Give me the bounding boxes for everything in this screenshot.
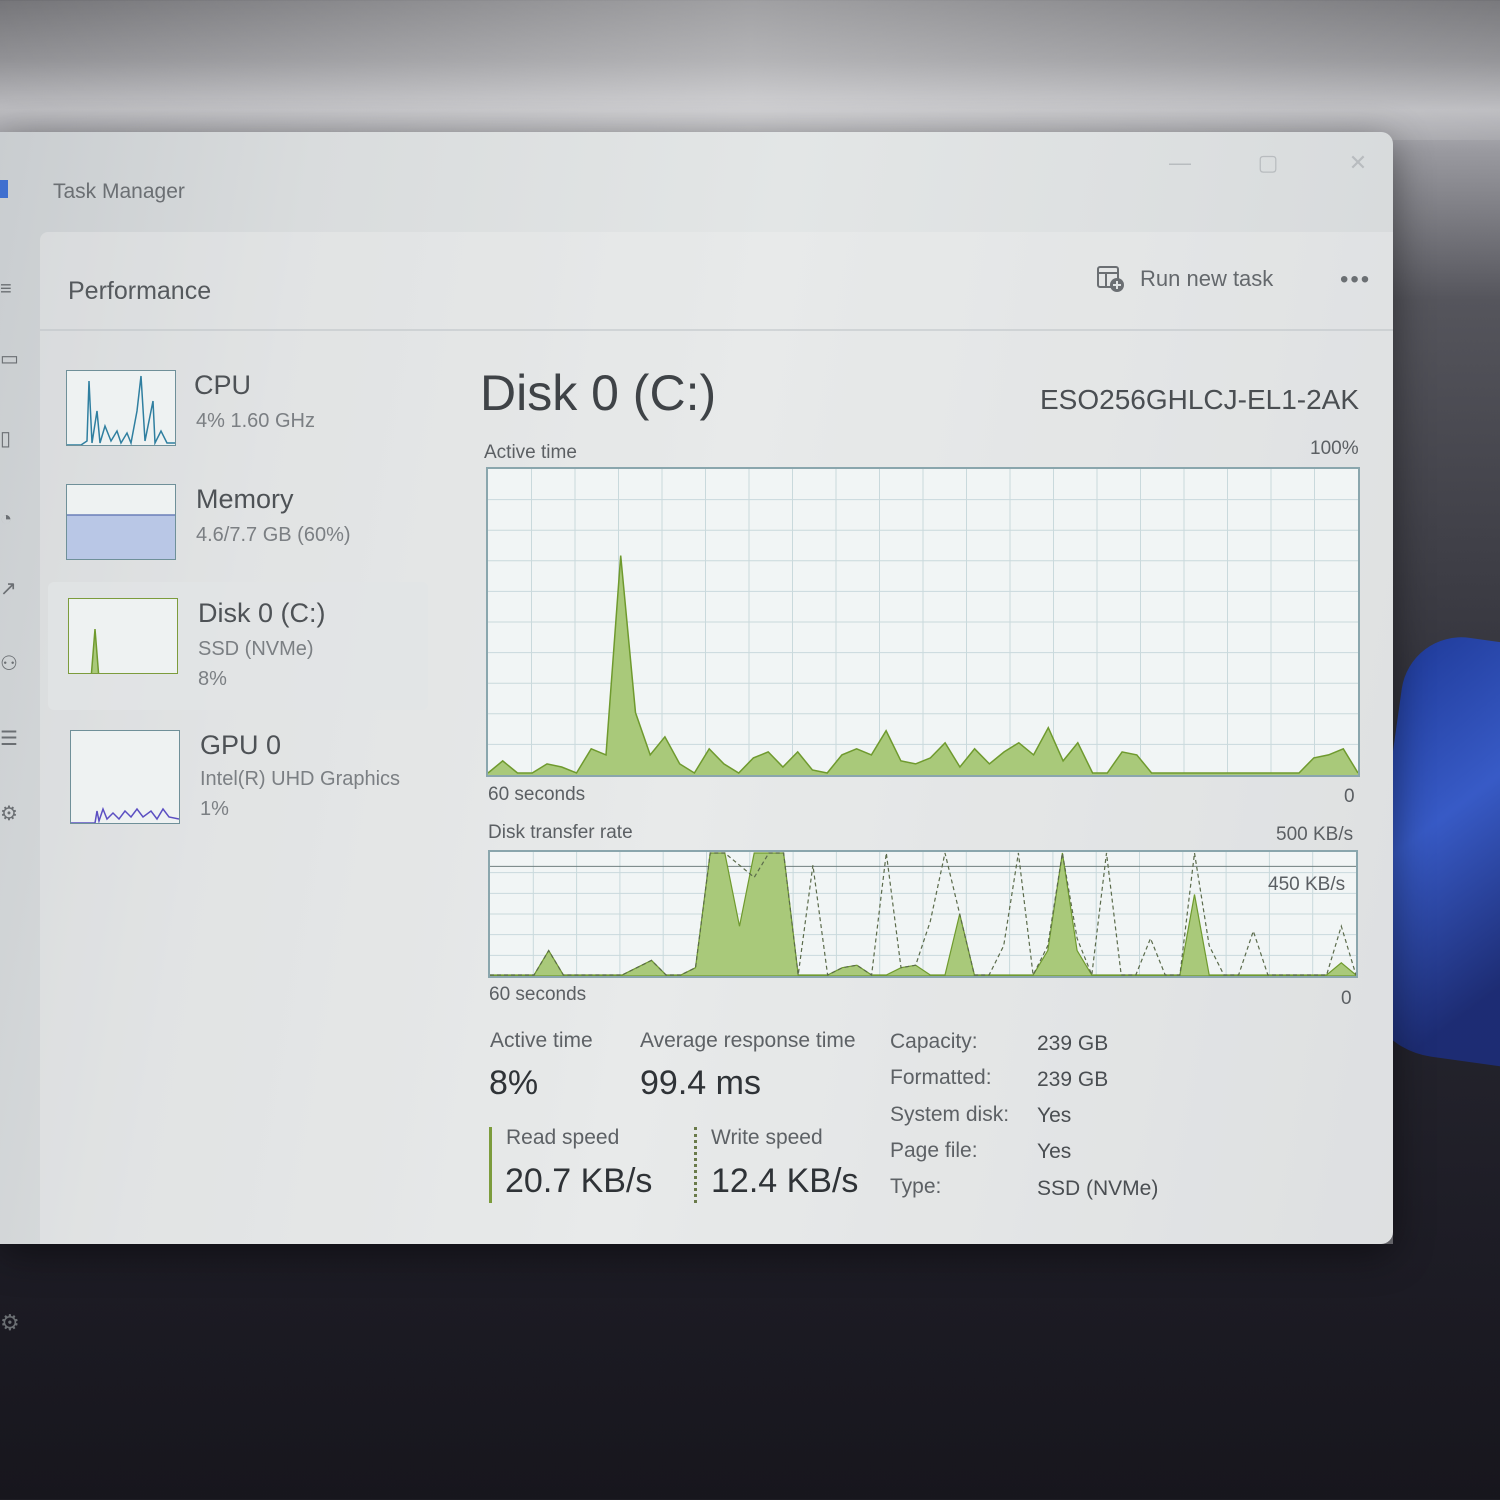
users-icon[interactable]: ⚇	[0, 654, 18, 674]
sidebar-tile-memory[interactable]: Memory 4.6/7.7 GB (60%)	[48, 470, 428, 590]
startup-apps-icon[interactable]: ↗	[0, 579, 17, 599]
avg-response-label: Average response time	[640, 1029, 856, 1052]
disk-tile-type: SSD (NVMe)	[198, 638, 314, 660]
page-file-label: Page file:	[890, 1139, 978, 1162]
write-speed-legend-line	[694, 1127, 697, 1203]
gpu-tile-name: GPU 0	[200, 730, 282, 760]
nav-rail: ≡ ▭ ▯ ◔ ↗ ⚇ ☰ ⚙	[0, 252, 40, 1242]
active-time-graph	[486, 467, 1360, 777]
capacity-label: Capacity:	[890, 1030, 978, 1053]
transfer-rate-inner-label: 450 KB/s	[1268, 874, 1346, 895]
active-time-stat-value: 8%	[489, 1064, 539, 1102]
read-speed-label: Read speed	[506, 1126, 620, 1149]
gpu-thumbnail-graph	[70, 730, 180, 824]
memory-thumbnail-graph	[66, 484, 176, 560]
page-file-value: Yes	[1037, 1140, 1072, 1163]
gpu-tile-usage: 1%	[200, 798, 229, 820]
memory-tile-usage: 4.6/7.7 GB (60%)	[196, 524, 351, 546]
screen-bezel-glare	[0, 0, 1500, 140]
sidebar-tile-gpu[interactable]: GPU 0 Intel(R) UHD Graphics 1%	[48, 716, 428, 844]
transfer-rate-min-label: 0	[1341, 988, 1352, 1009]
run-task-icon	[1097, 266, 1124, 292]
app-history-icon[interactable]: ◔	[0, 509, 14, 529]
run-new-task-button[interactable]: Run new task	[1096, 262, 1273, 296]
write-speed-label: Write speed	[711, 1126, 823, 1149]
active-time-chart	[488, 469, 1358, 775]
disk-thumbnail-graph	[68, 598, 178, 674]
write-speed-value: 12.4 KB/s	[711, 1162, 859, 1200]
active-time-label: Active time	[484, 442, 577, 463]
task-manager-window: Task Manager — ▢ ✕ ≡ ▭ ▯ ◔ ↗ ⚇ ☰ ⚙ ⚙ Per…	[0, 132, 1393, 1335]
sidebar-tile-cpu[interactable]: CPU 4% 1.60 GHz	[48, 352, 428, 472]
read-speed-legend-line	[489, 1127, 492, 1203]
memory-tile-name: Memory	[196, 484, 294, 514]
window-title: Task Manager	[53, 180, 185, 203]
formatted-label: Formatted:	[890, 1066, 992, 1089]
settings-icon[interactable]: ⚙	[0, 1310, 20, 1336]
minimize-icon[interactable]: —	[1165, 148, 1195, 178]
active-time-max-label: 100%	[1310, 438, 1359, 459]
services-icon[interactable]: ⚙	[0, 804, 18, 824]
active-time-min-label: 0	[1344, 786, 1355, 807]
transfer-rate-duration-label: 60 seconds	[489, 984, 587, 1005]
disk-tile-name: Disk 0 (C:)	[198, 598, 326, 628]
type-value: SSD (NVMe)	[1037, 1177, 1159, 1200]
transfer-rate-graph	[488, 850, 1358, 978]
title-bar[interactable]: Task Manager — ▢ ✕	[0, 132, 1393, 232]
details-icon[interactable]: ☰	[0, 729, 18, 749]
gpu-tile-model: Intel(R) UHD Graphics	[200, 768, 401, 790]
disk-detail-title: Disk 0 (C:)	[480, 365, 717, 421]
more-options-icon[interactable]: •••	[1340, 266, 1371, 294]
maximize-icon[interactable]: ▢	[1253, 148, 1283, 178]
transfer-rate-label: Disk transfer rate	[488, 822, 633, 843]
run-new-task-label: Run new task	[1140, 266, 1274, 291]
capacity-value: 239 GB	[1037, 1032, 1109, 1055]
sidebar-tile-disk[interactable]: Disk 0 (C:) SSD (NVMe) 8%	[48, 582, 428, 710]
read-speed-value: 20.7 KB/s	[505, 1162, 653, 1200]
disk-tile-usage: 8%	[198, 668, 227, 690]
disk-model-name: ESO256GHLCJ-EL1-2AK	[1040, 384, 1360, 415]
cpu-tile-name: CPU	[194, 370, 252, 400]
active-time-stat-label: Active time	[490, 1029, 593, 1052]
menu-icon[interactable]: ≡	[0, 279, 14, 299]
cpu-tile-usage: 4% 1.60 GHz	[196, 410, 315, 432]
cpu-thumbnail-graph	[66, 370, 176, 446]
transfer-rate-max-label: 500 KB/s	[1276, 824, 1354, 845]
formatted-value: 239 GB	[1037, 1068, 1109, 1091]
active-time-duration-label: 60 seconds	[488, 784, 586, 805]
header-divider	[40, 329, 1393, 331]
page-title: Performance	[68, 277, 212, 305]
transfer-rate-chart	[490, 852, 1356, 976]
processes-icon[interactable]: ▭	[0, 349, 19, 369]
system-disk-label: System disk:	[890, 1103, 1010, 1126]
type-label: Type:	[890, 1175, 942, 1198]
close-icon[interactable]: ✕	[1343, 148, 1373, 178]
performance-icon[interactable]: ▯	[0, 429, 14, 449]
task-manager-icon	[0, 180, 8, 198]
avg-response-value: 99.4 ms	[640, 1064, 761, 1102]
system-disk-value: Yes	[1037, 1104, 1072, 1127]
